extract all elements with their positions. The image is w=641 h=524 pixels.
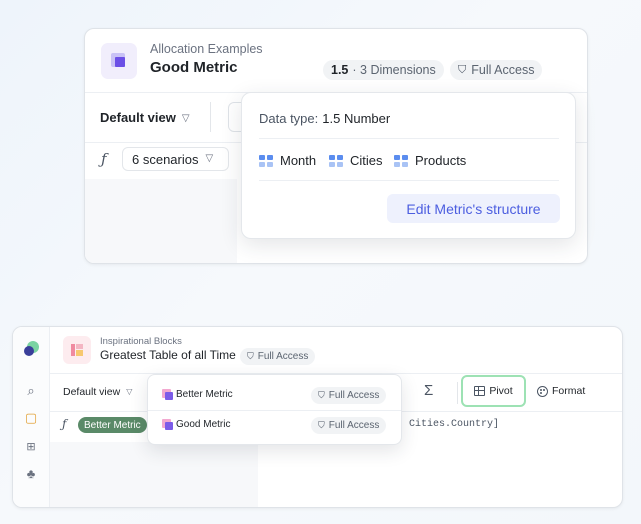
dimension-icon [329,154,344,167]
access-label: Full Access [328,390,380,401]
formula-input[interactable]: Cities.Country] [409,419,499,430]
metric-version-pill[interactable]: 1.5 · 3 Dimensions [323,60,444,80]
popover-divider [259,138,559,139]
dimension-label: Month [280,153,317,168]
formula-icon: ƒ [101,150,107,168]
access-badge: ⛉ Full Access [311,387,387,404]
brand-logo[interactable] [24,341,40,357]
metric-breadcrumb: Allocation Examples [150,42,263,56]
default-view-dropdown[interactable]: Default view ▽ [63,386,132,398]
org-tree-icon[interactable]: ♣ [22,465,40,483]
toolbar-divider [210,102,211,132]
default-view-label: Default view [100,110,176,125]
dimension-chip-products[interactable]: Products [394,153,466,168]
format-button[interactable]: Format [537,385,585,397]
toolbar-divider [457,382,458,404]
search-icon[interactable]: ⌕ [22,382,40,400]
metric-icon [162,419,173,430]
access-label: Full Access [328,420,380,431]
dimension-label: Cities [350,153,383,168]
shield-icon: ⛉ [318,420,325,430]
dropdown-item-better-metric[interactable]: Better Metric ⛉ Full Access [148,375,401,409]
data-type-row: Data type: 1.5 Number [259,111,390,126]
metric-icon [101,43,137,79]
blocks-icon[interactable]: ▢ [22,409,40,427]
access-label: Full Access [257,351,309,362]
scenarios-dropdown[interactable]: 6 scenarios ▽ [122,147,229,171]
dimension-chip-month[interactable]: Month [259,153,316,168]
default-view-dropdown[interactable]: Default view ▽ [100,110,190,125]
block-breadcrumb: Inspirational Blocks [100,336,182,347]
pivot-label: Pivot [489,385,513,397]
block-icon [63,336,91,364]
dropdown-item-label: Good Metric [176,419,231,430]
access-badge[interactable]: ⛉ Full Access [240,348,316,365]
popover-divider [259,180,559,181]
scenarios-label: 6 scenarios [132,151,199,167]
dimension-icon [259,154,274,167]
formula-metric-token[interactable]: Better Metric [78,417,147,433]
sum-icon[interactable]: Σ [424,382,433,399]
table-icon [474,386,486,396]
data-type-label: Data type: [259,111,319,126]
dropdown-item-label: Better Metric [176,389,233,400]
metric-autocomplete-dropdown: Better Metric ⛉ Full Access Good Metric … [147,374,402,445]
dimension-label: Products [415,153,467,168]
metric-structure-popover: Data type: 1.5 Number Month Cities Produc… [241,92,576,239]
data-type-value: 1.5 Number [322,111,391,126]
dimension-icon [394,154,409,167]
access-badge[interactable]: ⛉ Full Access [450,60,543,80]
nav-rail: ⌕ ▢ ⊞ ♣ [13,327,50,507]
row-header-pane [50,442,258,507]
block-title[interactable]: Greatest Table of all Time [100,348,236,362]
metric-dimensions-count: · 3 Dimensions [352,63,436,77]
pivot-button[interactable]: Pivot [461,375,526,407]
apps-grid-icon[interactable]: ⊞ [22,438,40,456]
format-label: Format [552,385,586,397]
block-header: Inspirational Blocks Greatest Table of a… [50,327,622,374]
metric-version: 1.5 [331,63,349,77]
row-header-pane [85,179,237,263]
chevron-down-icon: ▽ [126,387,133,396]
chevron-down-icon: ▽ [181,113,190,124]
formula-icon: ƒ [62,417,67,431]
palette-icon [537,385,548,397]
dropdown-item-good-metric[interactable]: Good Metric ⛉ Full Access [148,405,401,439]
dimension-chip-cities[interactable]: Cities [329,153,383,168]
chevron-down-icon: ▽ [205,152,214,164]
metric-title[interactable]: Good Metric [150,59,238,76]
shield-icon: ⛉ [247,351,254,361]
access-badge: ⛉ Full Access [311,417,387,434]
edit-structure-button[interactable]: Edit Metric's structure [387,194,560,223]
shield-icon: ⛉ [318,390,325,400]
metric-icon [162,389,173,400]
metric-header: Allocation Examples Good Metric 1.5 · 3 … [85,29,587,93]
shield-icon: ⛉ [458,63,467,76]
access-label: Full Access [471,63,535,77]
default-view-label: Default view [63,386,121,398]
